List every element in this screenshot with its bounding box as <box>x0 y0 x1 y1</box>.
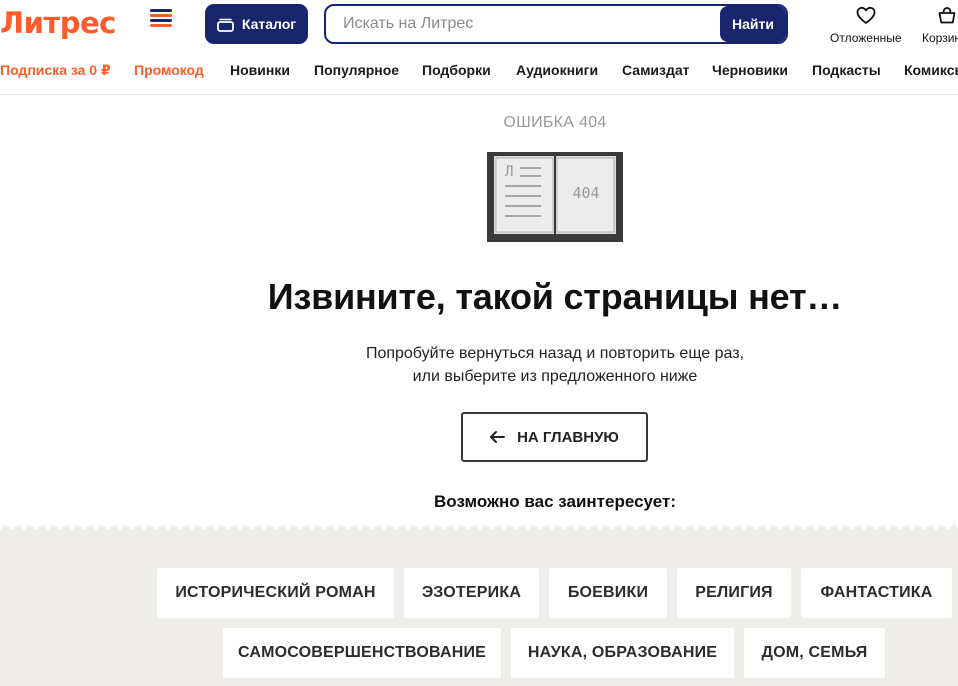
nav-item-drafts[interactable]: Черновики <box>712 60 788 80</box>
logo[interactable]: Литрес <box>0 6 116 40</box>
home-button-label: НА ГЛАВНУЮ <box>517 428 619 446</box>
nav-item-new[interactable]: Новинки <box>230 60 290 80</box>
logo-text: Литрес <box>0 6 116 40</box>
nav-item-popular[interactable]: Популярное <box>314 60 399 80</box>
book-right-text: 404 <box>572 184 599 202</box>
book-left-letter: Л <box>505 164 513 180</box>
genre-chip-action[interactable]: БОЕВИКИ <box>549 568 667 618</box>
favorites-link[interactable]: Отложенные <box>830 6 902 45</box>
page-title: Извините, такой страницы нет… <box>267 276 843 317</box>
nav-item-subscription[interactable]: Подписка за 0 ₽ <box>0 60 111 80</box>
search-button[interactable]: Найти <box>720 6 786 42</box>
catalog-label: Каталог <box>241 16 297 32</box>
subtitle-line-2: или выберите из предложенного ниже <box>412 368 698 385</box>
nav-item-samizdat[interactable]: Самиздат <box>622 60 690 80</box>
basket-icon <box>938 7 956 24</box>
search-input[interactable] <box>326 6 720 42</box>
genre-chip-science-education[interactable]: НАУКА, ОБРАЗОВАНИЕ <box>511 628 734 678</box>
genre-chip-home-family[interactable]: ДОМ, СЕМЬЯ <box>744 628 885 678</box>
open-book-404-icon: Л 404 <box>487 152 623 242</box>
nav-item-audiobooks[interactable]: Аудиокниги <box>516 60 598 80</box>
nav-item-podcasts[interactable]: Подкасты <box>812 60 881 80</box>
arrow-left-icon <box>490 431 506 443</box>
genre-chip-self-improvement[interactable]: САМОСОВЕРШЕНСТВОВАНИЕ <box>223 628 501 678</box>
error-code: ОШИБКА 404 <box>503 114 607 131</box>
cart-label: Корзина <box>922 31 958 45</box>
favorites-label: Отложенные <box>830 31 902 45</box>
suggestions-section: ИСТОРИЧЕСКИЙ РОМАН ЭЗОТЕРИКА БОЕВИКИ РЕЛ… <box>0 520 958 686</box>
error-subtitle: Попробуйте вернуться назад и повторить е… <box>0 342 958 388</box>
catalog-button[interactable]: Каталог <box>205 4 308 44</box>
genre-chip-religion[interactable]: РЕЛИГИЯ <box>677 568 791 618</box>
genre-chip-fantasy[interactable]: ФАНТАСТИКА <box>801 568 952 618</box>
heart-icon <box>856 6 876 24</box>
nav-item-comics[interactable]: Комиксы <box>904 60 958 80</box>
search-bar: Найти <box>324 4 788 44</box>
genre-chip-historical-novel[interactable]: ИСТОРИЧЕСКИЙ РОМАН <box>157 568 394 618</box>
cart-link[interactable]: Корзина <box>922 6 958 45</box>
home-button[interactable]: НА ГЛАВНУЮ <box>461 412 648 462</box>
genre-chip-esoterics[interactable]: ЭЗОТЕРИКА <box>404 568 539 618</box>
suggestions-heading: Возможно вас заинтересует: <box>434 492 676 511</box>
subtitle-line-1: Попробуйте вернуться назад и повторить е… <box>365 345 745 362</box>
zigzag-divider <box>0 524 958 540</box>
logo-mark-icon <box>150 9 172 27</box>
nav-item-promocode[interactable]: Промокод <box>134 60 204 80</box>
nav-item-collections[interactable]: Подборки <box>422 60 491 80</box>
catalog-icon <box>216 18 234 32</box>
site-header: Литрес Каталог Найти Отложенные Корзина … <box>0 0 958 95</box>
